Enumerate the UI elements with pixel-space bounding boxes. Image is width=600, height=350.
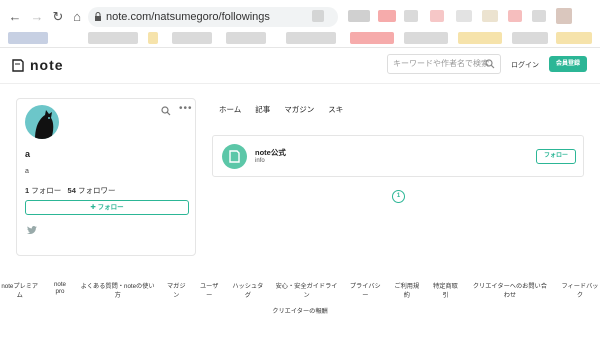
profile-name: a: [25, 149, 31, 159]
follow-button-label: フォロー: [97, 204, 124, 211]
add-user-icon: ✚: [90, 204, 96, 211]
search-icon[interactable]: [161, 106, 171, 116]
footer-links-row: クリエイターの報酬: [0, 306, 600, 315]
blurred-bookmark[interactable]: [458, 32, 502, 44]
footer-link[interactable]: フィードバック: [560, 281, 600, 299]
footer-links-row: noteプレミアム note pro よくある質問・noteの使い方 マガジン …: [0, 281, 600, 299]
blurred-bookmark[interactable]: [556, 32, 592, 44]
footer-link[interactable]: プライバシー: [348, 281, 382, 299]
blurred-extension-icon: [430, 10, 444, 22]
profile-card: ••• a a 1 フォロー 54 フォロワー ✚ フォロー: [16, 98, 196, 256]
blurred-bookmark[interactable]: [512, 32, 548, 44]
url-text: note.com/natsumegoro/followings: [106, 11, 270, 23]
site-header: note キーワードや作者名で検索 ログイン 会員登録: [0, 48, 600, 84]
address-bar[interactable]: note.com/natsumegoro/followings: [88, 7, 338, 27]
back-arrow-icon[interactable]: ←: [8, 10, 22, 24]
profile-description: a: [25, 168, 29, 175]
cat-avatar-icon: [35, 110, 54, 139]
pagination-current-page[interactable]: 1: [392, 190, 405, 203]
blurred-extension-icon: [404, 10, 418, 22]
search-icon: [485, 59, 495, 69]
followers-count[interactable]: 54: [68, 186, 76, 195]
blurred-bookmark[interactable]: [148, 32, 158, 44]
footer-link[interactable]: noteプレミアム: [0, 281, 39, 299]
blurred-bookmark[interactable]: [286, 32, 336, 44]
note-logo-icon: [12, 58, 24, 72]
follow-button[interactable]: フォロー: [536, 149, 576, 164]
note-logo[interactable]: note: [12, 57, 64, 73]
footer-link[interactable]: 安心・安全ガイドライン: [275, 281, 338, 299]
twitter-icon[interactable]: [27, 226, 37, 235]
item-subtitle: info: [255, 158, 265, 164]
more-options-icon[interactable]: •••: [179, 103, 193, 114]
tab-articles[interactable]: 記事: [255, 104, 270, 115]
blurred-bookmark[interactable]: [404, 32, 448, 44]
signup-button[interactable]: 会員登録: [549, 56, 587, 72]
footer-link[interactable]: 特定商取引: [431, 281, 460, 299]
blurred-extension-icon: [508, 10, 522, 22]
profile-stats: 1 フォロー 54 フォロワー: [25, 185, 115, 196]
blurred-bookmark[interactable]: [8, 32, 48, 44]
blurred-bookmark[interactable]: [350, 32, 394, 44]
blurred-bookmark[interactable]: [172, 32, 212, 44]
note-logo-icon: [229, 150, 240, 163]
blurred-extension-icon: [482, 10, 498, 22]
tab-home[interactable]: ホーム: [219, 104, 241, 115]
follow-button[interactable]: ✚ フォロー: [25, 200, 189, 215]
blurred-profile-icon: [556, 8, 572, 24]
footer-link[interactable]: よくある質問・noteの使い方: [81, 281, 155, 299]
blurred-extension-icon: [312, 10, 324, 22]
tab-magazines[interactable]: マガジン: [284, 104, 314, 115]
item-title[interactable]: note公式: [255, 147, 286, 158]
footer-link[interactable]: ユーザー: [198, 281, 221, 299]
logo-text: note: [30, 57, 64, 73]
following-count[interactable]: 1: [25, 186, 29, 195]
footer-link[interactable]: クリエイターへのお問い合わせ: [470, 281, 550, 299]
avatar[interactable]: [25, 105, 59, 139]
footer-link[interactable]: クリエイターの報酬: [272, 306, 327, 315]
tab-likes[interactable]: スキ: [328, 104, 343, 115]
footer-link[interactable]: note pro: [49, 281, 70, 299]
home-icon[interactable]: ⌂: [70, 10, 84, 24]
blurred-extension-icon: [378, 10, 396, 22]
site-footer: noteプレミアム note pro よくある質問・noteの使い方 マガジン …: [0, 281, 600, 322]
login-link[interactable]: ログイン: [511, 60, 539, 70]
blurred-bookmark[interactable]: [88, 32, 138, 44]
blurred-extension-icon: [456, 10, 472, 22]
blurred-extension-icon: [532, 10, 546, 22]
following-list-item[interactable]: note公式 info フォロー: [212, 135, 584, 177]
search-input[interactable]: キーワードや作者名で検索: [387, 54, 501, 74]
browser-toolbar: ← → ↻ ⌂ note.com/natsumegoro/followings: [0, 0, 600, 48]
profile-tabs: ホーム 記事 マガジン スキ: [219, 104, 343, 115]
blurred-bookmark[interactable]: [226, 32, 266, 44]
reload-icon[interactable]: ↻: [51, 10, 65, 24]
bookmarks-bar: [0, 30, 600, 46]
forward-arrow-icon[interactable]: →: [30, 10, 44, 24]
following-label[interactable]: フォロー: [31, 186, 61, 195]
note-official-avatar[interactable]: [222, 144, 247, 169]
footer-link[interactable]: ご利用規約: [392, 281, 421, 299]
followers-label[interactable]: フォロワー: [78, 186, 116, 195]
footer-link[interactable]: ハッシュタグ: [231, 281, 265, 299]
footer-link[interactable]: マガジン: [165, 281, 188, 299]
blurred-extension-icon: [348, 10, 370, 22]
search-placeholder: キーワードや作者名で検索: [393, 59, 489, 68]
lock-icon: [95, 12, 101, 21]
